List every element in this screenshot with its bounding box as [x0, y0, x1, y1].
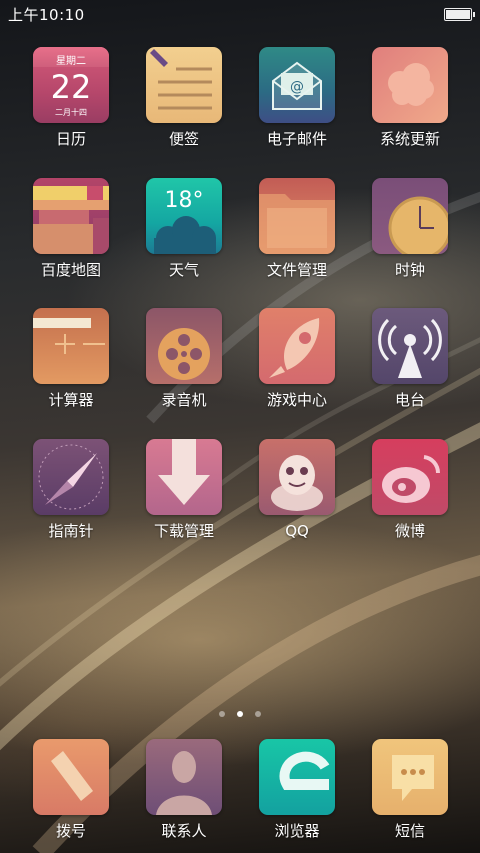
- status-time: 上午10:10: [8, 6, 85, 24]
- calculator-icon: [33, 308, 109, 384]
- app-map[interactable]: 百度地图: [21, 178, 121, 279]
- battery-icon: [444, 8, 475, 21]
- page-indicator: [0, 702, 480, 717]
- app-label: 系统更新: [379, 130, 440, 148]
- app-calculator[interactable]: 计算器: [21, 308, 121, 409]
- app-email[interactable]: @ 电子邮件: [247, 47, 347, 148]
- page-dot-active[interactable]: [237, 711, 243, 717]
- app-compass[interactable]: 指南针: [21, 439, 121, 540]
- app-games[interactable]: 游戏中心: [247, 308, 347, 409]
- app-label: 拨号: [55, 822, 86, 840]
- compass-icon: [33, 439, 109, 515]
- app-label: 游戏中心: [266, 391, 327, 409]
- app-notes[interactable]: 便签: [134, 47, 234, 148]
- browser-e-icon: [259, 739, 335, 815]
- app-label: 计算器: [48, 391, 94, 409]
- app-label: 微博: [394, 522, 425, 540]
- notes-icon: [146, 47, 222, 123]
- app-label: 电子邮件: [266, 130, 327, 148]
- app-weather[interactable]: 18° 天气: [134, 178, 234, 279]
- svg-text:@: @: [290, 79, 304, 95]
- app-recorder[interactable]: 录音机: [134, 308, 234, 409]
- cloud-update-icon: [372, 47, 448, 123]
- clock-icon: [372, 178, 448, 254]
- map-icon: [33, 178, 109, 254]
- weibo-icon: [372, 439, 448, 515]
- app-label: 指南针: [48, 522, 94, 540]
- app-clock[interactable]: 时钟: [360, 178, 460, 279]
- app-label: 百度地图: [40, 261, 101, 279]
- app-label: 下载管理: [153, 522, 214, 540]
- dock-sms[interactable]: 短信: [360, 739, 460, 840]
- app-radio[interactable]: 电台: [360, 308, 460, 409]
- app-qq[interactable]: QQ: [247, 439, 347, 540]
- app-download[interactable]: 下载管理: [134, 439, 234, 540]
- app-label: 电台: [394, 391, 425, 409]
- calendar-lunar: 二月十四: [55, 108, 87, 117]
- app-calendar[interactable]: 星期二 22 二月十四 日历: [21, 47, 121, 148]
- app-label: QQ: [285, 522, 309, 540]
- calendar-icon: 星期二 22 二月十四: [33, 47, 109, 123]
- app-files[interactable]: 文件管理: [247, 178, 347, 279]
- download-arrow-icon: [146, 439, 222, 515]
- app-weibo[interactable]: 微博: [360, 439, 460, 540]
- message-bubble-icon: [372, 739, 448, 815]
- phone-icon: [33, 739, 109, 815]
- page-dot[interactable]: [255, 711, 261, 717]
- email-icon: @: [259, 47, 335, 123]
- contact-person-icon: [146, 739, 222, 815]
- app-label: 联系人: [161, 822, 207, 840]
- radio-tower-icon: [372, 308, 448, 384]
- status-bar: 上午10:10: [0, 0, 480, 28]
- app-update[interactable]: 系统更新: [360, 47, 460, 148]
- calendar-day: 22: [50, 68, 92, 106]
- page-dot[interactable]: [219, 711, 225, 717]
- app-label: 短信: [394, 822, 425, 840]
- rocket-icon: [259, 308, 335, 384]
- dock-contacts[interactable]: 联系人: [134, 739, 234, 840]
- app-label: 天气: [168, 261, 199, 279]
- film-reel-icon: [146, 308, 222, 384]
- weather-icon: 18°: [146, 178, 222, 254]
- app-label: 录音机: [161, 391, 207, 409]
- app-label: 文件管理: [266, 261, 327, 279]
- app-label: 时钟: [394, 261, 425, 279]
- dock-browser[interactable]: 浏览器: [247, 739, 347, 840]
- qq-penguin-icon: [259, 439, 335, 515]
- dock-dialer[interactable]: 拨号: [21, 739, 121, 840]
- folder-icon: [259, 178, 335, 254]
- app-label: 日历: [55, 130, 86, 148]
- calendar-weekday: 星期二: [56, 56, 86, 67]
- app-label: 便签: [168, 130, 199, 148]
- app-label: 浏览器: [274, 822, 320, 840]
